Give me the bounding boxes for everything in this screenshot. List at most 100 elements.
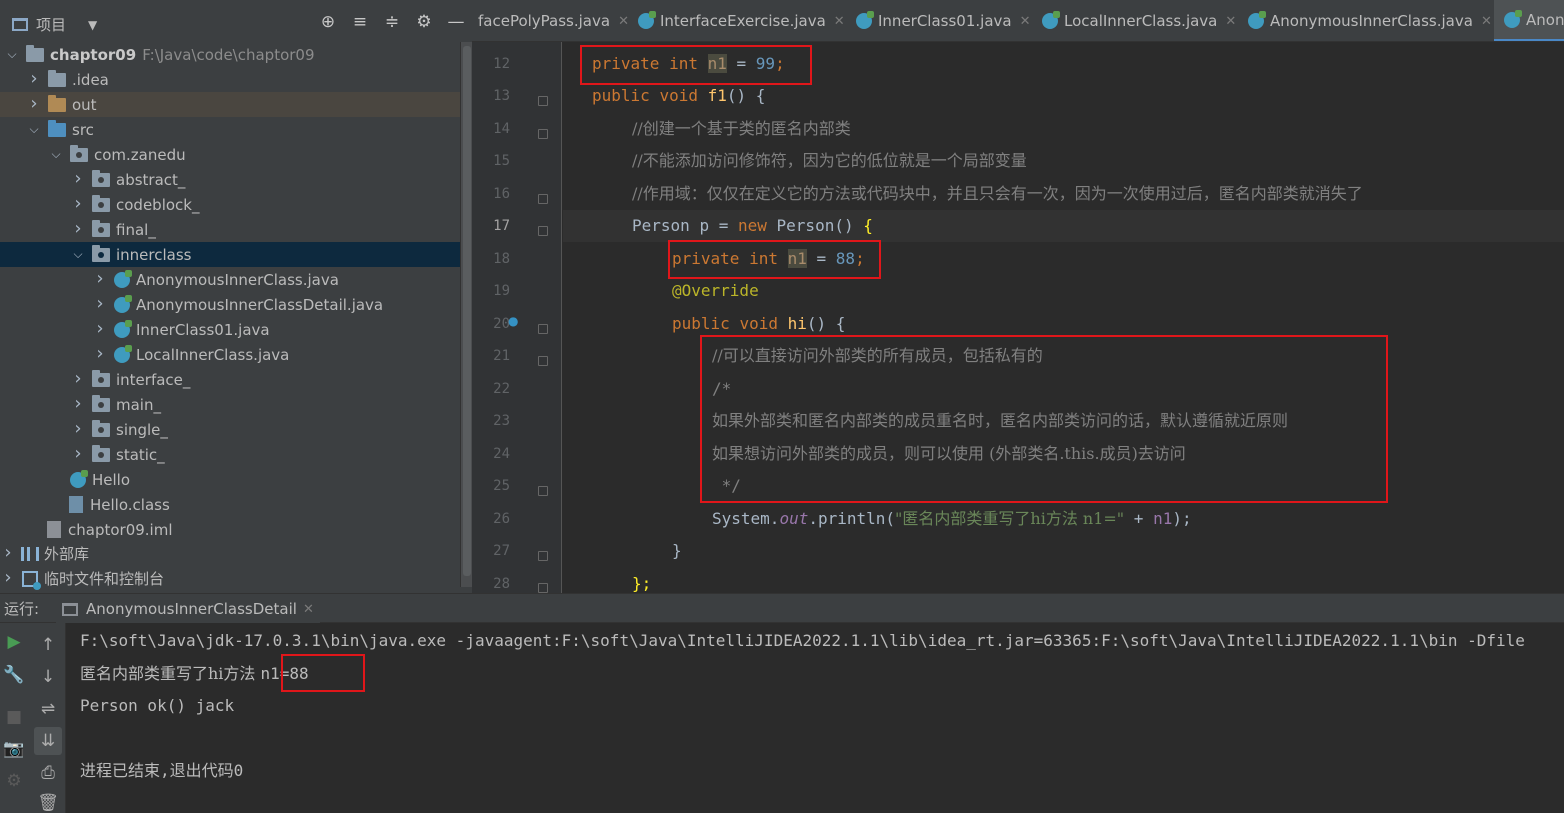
fold-icon[interactable] — [538, 194, 548, 204]
chevron-right-icon[interactable] — [92, 272, 108, 287]
chevron-right-icon[interactable] — [92, 297, 108, 312]
chevron-right-icon[interactable] — [0, 571, 16, 586]
tree-item-anonymousinnerclassdetail[interactable]: AnonymousInnerClassDetail.java — [0, 292, 466, 317]
line-number: 12 — [493, 56, 510, 72]
fold-icon[interactable] — [538, 356, 548, 366]
tab-facepolypass[interactable]: facePolyPass.java ✕ — [478, 0, 629, 41]
tree-item-anonymousinnerclass[interactable]: AnonymousInnerClass.java — [0, 267, 466, 292]
project-scrollbar[interactable] — [460, 42, 472, 587]
chevron-down-icon[interactable] — [70, 247, 86, 262]
chevron-right-icon[interactable] — [70, 197, 86, 212]
arrow-up-icon[interactable]: ↑ — [34, 631, 62, 659]
camera-icon[interactable]: 📷 — [0, 735, 28, 763]
operator: + — [1124, 509, 1154, 528]
tree-item-label: 外部库 — [44, 545, 90, 563]
close-icon[interactable]: ✕ — [834, 14, 845, 29]
tree-item-idea[interactable]: .idea — [0, 67, 466, 92]
close-icon[interactable]: ✕ — [303, 602, 314, 617]
scrollbar-thumb[interactable] — [463, 46, 471, 576]
soft-wrap-icon[interactable]: ⇌ — [34, 695, 62, 723]
java-class-icon — [1504, 9, 1522, 28]
chevron-right-icon[interactable] — [70, 447, 86, 462]
tab-innerclass01[interactable]: InnerClass01.java ✕ — [856, 0, 1031, 41]
tab-anonymousinnerclassdetail[interactable]: Anon — [1494, 0, 1564, 41]
fold-icon[interactable] — [538, 324, 548, 334]
fold-icon[interactable] — [538, 486, 548, 496]
close-icon[interactable]: ✕ — [1225, 14, 1236, 29]
tab-label: AnonymousInnerClass.java — [1270, 12, 1473, 30]
scroll-to-end-icon[interactable]: ⇊ — [34, 727, 62, 755]
rerun-icon[interactable]: ▶ — [0, 628, 28, 656]
arrow-down-icon[interactable]: ↓ — [34, 663, 62, 691]
tree-item-src[interactable]: src — [0, 117, 466, 142]
tree-item-innerclass01[interactable]: InnerClass01.java — [0, 317, 466, 342]
console-output[interactable]: F:\soft\Java\jdk-17.0.3.1\bin\java.exe -… — [66, 623, 1564, 813]
tree-item-external-libraries[interactable]: 外部库 — [0, 541, 466, 566]
chevron-right-icon[interactable] — [0, 546, 16, 561]
tab-interfaceexercise[interactable]: InterfaceExercise.java ✕ — [638, 0, 845, 41]
tree-item-hello[interactable]: Hello — [0, 467, 466, 492]
chevron-down-icon[interactable] — [26, 122, 42, 137]
code-line-18: private int n1 = 88; — [563, 243, 1564, 275]
print-icon[interactable]: ⎙ — [34, 759, 62, 787]
chevron-down-icon[interactable] — [4, 47, 20, 62]
locate-icon[interactable]: ⊕ — [312, 12, 344, 32]
wrench-icon[interactable]: 🔧 — [0, 661, 28, 689]
close-icon[interactable]: ✕ — [1481, 14, 1492, 29]
run-config-tab[interactable]: AnonymousInnerClassDetail ✕ — [56, 594, 320, 624]
class-name: System — [712, 509, 770, 528]
tree-item-codeblock[interactable]: codeblock_ — [0, 192, 466, 217]
chevron-right-icon[interactable] — [70, 372, 86, 387]
settings-icon[interactable]: ⚙ — [0, 767, 28, 795]
chevron-right-icon[interactable] — [92, 347, 108, 362]
tree-item-single[interactable]: single_ — [0, 417, 466, 442]
fold-icon[interactable] — [538, 226, 548, 236]
project-panel-title[interactable]: 项目 ▼ — [12, 14, 97, 35]
tree-item-hello-class[interactable]: Hello.class — [0, 492, 466, 517]
tree-item-innerclass[interactable]: innerclass — [0, 242, 466, 267]
chevron-right-icon[interactable] — [70, 222, 86, 237]
tree-item-main[interactable]: main_ — [0, 392, 466, 417]
fold-icon[interactable] — [538, 583, 548, 593]
chevron-right-icon[interactable] — [70, 172, 86, 187]
chevron-right-icon[interactable] — [70, 397, 86, 412]
gear-icon[interactable]: ⚙ — [408, 12, 440, 32]
tree-item-interface[interactable]: interface_ — [0, 367, 466, 392]
line-number: 13 — [493, 88, 510, 104]
chevron-right-icon[interactable] — [26, 97, 42, 112]
stop-icon[interactable]: ■ — [0, 703, 28, 731]
trash-icon[interactable]: 🗑 — [34, 789, 62, 813]
expand-all-icon[interactable]: ≡ — [344, 12, 376, 32]
hide-icon[interactable]: — — [440, 12, 472, 32]
fold-icon[interactable] — [538, 96, 548, 106]
tab-anonymousinnerclass[interactable]: AnonymousInnerClass.java ✕ — [1248, 0, 1492, 41]
close-icon[interactable]: ✕ — [618, 14, 629, 29]
libraries-icon — [21, 546, 39, 561]
chevron-right-icon[interactable] — [26, 72, 42, 87]
tree-item-out[interactable]: out — [0, 92, 466, 117]
code-editor[interactable]: private int n1 = 99; public void f1() { … — [563, 42, 1564, 593]
tree-item-label: chaptor09 — [50, 45, 137, 64]
console-text: 匿名内部类重写了hi方法 — [80, 664, 261, 683]
chevron-right-icon[interactable] — [70, 422, 86, 437]
collapse-all-icon[interactable]: ≑ — [376, 12, 408, 32]
tree-item-abstract[interactable]: abstract_ — [0, 167, 466, 192]
tree-item-localinnerclass[interactable]: LocalInnerClass.java — [0, 342, 466, 367]
code-text: () { — [806, 314, 846, 333]
chevron-down-icon[interactable]: ▼ — [88, 18, 97, 32]
chevron-down-icon[interactable] — [48, 147, 64, 162]
console-line-command: F:\soft\Java\jdk-17.0.3.1\bin\java.exe -… — [80, 631, 1525, 650]
fold-icon[interactable] — [538, 129, 548, 139]
tree-item-final[interactable]: final_ — [0, 217, 466, 242]
tree-item-com-zanedu[interactable]: com.zanedu — [0, 142, 466, 167]
tree-item-chaptor09[interactable]: chaptor09 F:\Java\code\chaptor09 — [0, 42, 466, 67]
close-icon[interactable]: ✕ — [1020, 14, 1031, 29]
tree-item-label: codeblock_ — [116, 195, 200, 214]
tree-item-chaptor09-iml[interactable]: chaptor09.iml — [0, 517, 466, 542]
fold-icon[interactable] — [538, 551, 548, 561]
tree-item-static[interactable]: static_ — [0, 442, 466, 467]
tree-item-scratches[interactable]: 临时文件和控制台 — [0, 566, 466, 591]
override-method-icon[interactable] — [508, 314, 526, 332]
chevron-right-icon[interactable] — [92, 322, 108, 337]
tab-localinnerclass[interactable]: LocalInnerClass.java ✕ — [1042, 0, 1236, 41]
